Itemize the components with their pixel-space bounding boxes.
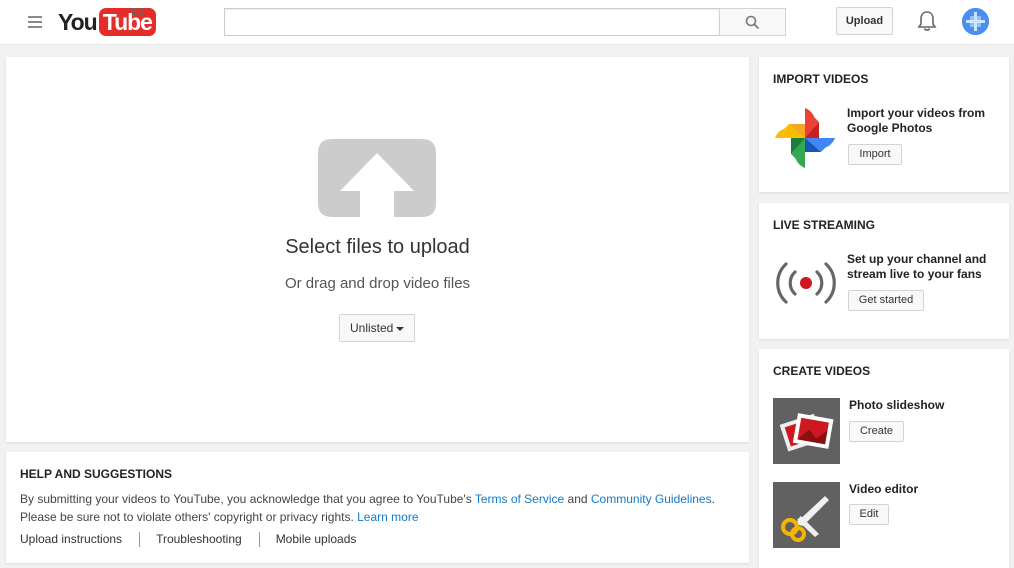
menu-icon[interactable] xyxy=(28,16,42,28)
import-button[interactable]: Import xyxy=(848,144,902,165)
video-editor-thumbnail[interactable] xyxy=(773,482,840,548)
logo-you-text: You xyxy=(58,8,98,35)
drag-drop-text: Or drag and drop video files xyxy=(284,275,471,292)
video-editor-label: Video editor xyxy=(849,482,919,496)
photo-slideshow-icon xyxy=(779,413,834,452)
edit-button[interactable]: Edit xyxy=(849,504,889,525)
create-videos-panel: CREATE VIDEOS Photo slideshow Create Vid… xyxy=(759,349,1009,568)
upload-panel[interactable]: Select files to upload Or drag and drop … xyxy=(6,57,749,442)
upload-instructions-link[interactable]: Upload instructions xyxy=(20,532,139,547)
live-title: LIVE STREAMING xyxy=(773,218,876,232)
create-title: CREATE VIDEOS xyxy=(773,364,871,378)
help-text-and: and xyxy=(564,492,591,506)
region-label: ES xyxy=(131,7,145,18)
upload-button[interactable]: Upload xyxy=(836,7,893,35)
privacy-value: Unlisted xyxy=(350,321,394,335)
logo-tube-text: Tube xyxy=(98,8,156,36)
upload-arrow-icon[interactable] xyxy=(318,139,436,217)
get-started-button[interactable]: Get started xyxy=(848,290,924,311)
import-desc-line2: Google Photos xyxy=(847,121,933,135)
live-desc-line2: stream live to your fans xyxy=(847,267,982,281)
chevron-down-icon xyxy=(396,327,404,331)
troubleshooting-link[interactable]: Troubleshooting xyxy=(156,532,259,547)
select-files-title[interactable]: Select files to upload xyxy=(6,236,749,259)
search-icon xyxy=(745,15,760,30)
youtube-logo[interactable]: You Tube ES xyxy=(58,7,156,37)
search-input[interactable] xyxy=(224,8,720,36)
help-panel: HELP AND SUGGESTIONS By submitting your … xyxy=(6,452,749,563)
live-streaming-panel: LIVE STREAMING Set up your channel and s… xyxy=(759,203,1009,339)
photo-slideshow-thumbnail[interactable] xyxy=(773,398,840,464)
live-description: Set up your channel and stream live to y… xyxy=(847,252,986,282)
live-desc-line1: Set up your channel and xyxy=(847,252,987,266)
masthead: You Tube ES Upload xyxy=(0,0,1014,45)
divider xyxy=(258,532,260,547)
divider xyxy=(139,532,141,547)
help-text-line2: Please be sure not to violate others' co… xyxy=(20,510,419,524)
help-text-period: . xyxy=(711,492,715,506)
create-slideshow-button[interactable]: Create xyxy=(849,421,904,442)
help-text-line1: By submitting your videos to YouTube, yo… xyxy=(20,492,715,506)
learn-more-link[interactable]: Learn more xyxy=(357,510,418,524)
search-button[interactable] xyxy=(719,8,786,36)
avatar[interactable] xyxy=(962,8,989,35)
bell-icon[interactable] xyxy=(917,10,937,32)
google-photos-icon xyxy=(775,108,835,168)
help-text-copyright: Please be sure not to violate others' co… xyxy=(20,510,358,524)
guidelines-link[interactable]: Community Guidelines xyxy=(591,492,712,506)
terms-link[interactable]: Terms of Service xyxy=(475,492,564,506)
help-links: Upload instructions Troubleshooting Mobi… xyxy=(20,532,373,547)
mobile-uploads-link[interactable]: Mobile uploads xyxy=(276,532,374,547)
avatar-pattern-icon xyxy=(962,8,989,35)
import-videos-panel: IMPORT VIDEOS Import your videos from Go… xyxy=(759,57,1009,192)
video-editor-scissors-icon xyxy=(781,496,829,542)
photo-slideshow-label: Photo slideshow xyxy=(849,398,945,412)
help-title: HELP AND SUGGESTIONS xyxy=(20,467,173,481)
import-desc-line1: Import your videos from xyxy=(847,106,986,120)
privacy-dropdown[interactable]: Unlisted xyxy=(339,314,415,342)
import-description: Import your videos from Google Photos xyxy=(847,106,985,136)
live-broadcast-icon xyxy=(776,262,836,304)
help-text-prefix: By submitting your videos to YouTube, yo… xyxy=(20,492,475,506)
import-title: IMPORT VIDEOS xyxy=(773,72,869,86)
